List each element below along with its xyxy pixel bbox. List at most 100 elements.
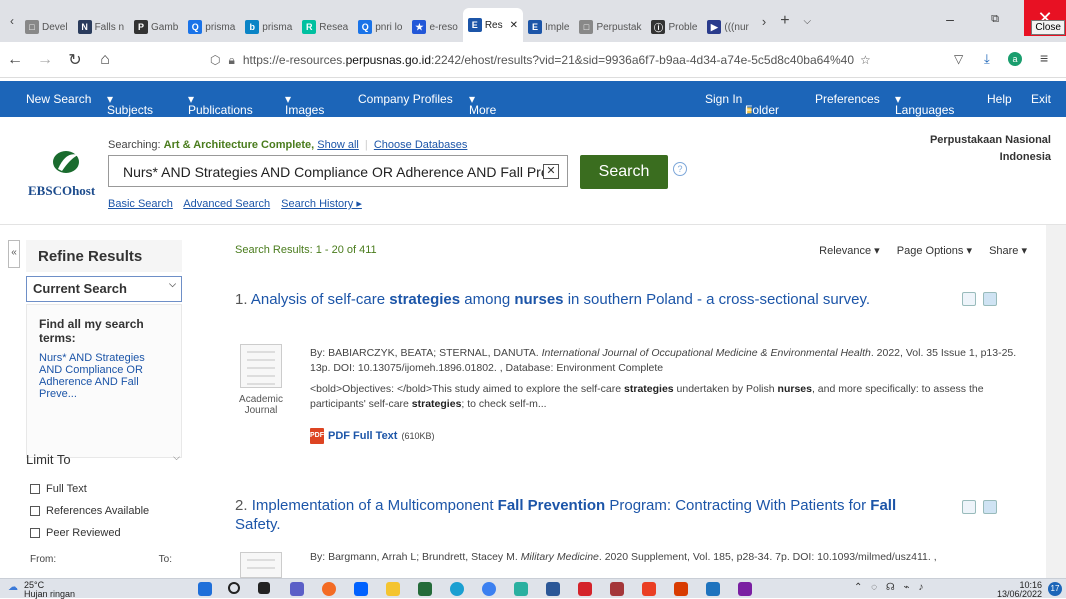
search-terms-link[interactable]: Nurs* AND Strategies AND Compliance OR A… <box>39 352 169 400</box>
notification-badge[interactable]: 17 <box>1048 582 1062 596</box>
result-title[interactable]: 1. Analysis of self-care strategies amon… <box>235 290 915 309</box>
browser-tab[interactable]: P Gamb <box>129 12 183 42</box>
add-to-folder-icon[interactable] <box>983 500 997 514</box>
preview-icon[interactable] <box>962 500 976 514</box>
subjects-menu[interactable]: Subjects ▾ <box>107 92 153 117</box>
browser-tab[interactable]: ⓘ Proble <box>646 12 702 42</box>
new-tab-button[interactable]: + <box>780 12 789 30</box>
vivaldi-icon[interactable] <box>738 582 752 596</box>
clear-search-icon[interactable]: ✕ <box>543 164 559 179</box>
menu-icon[interactable]: ≡ <box>1040 50 1048 66</box>
firefox-icon[interactable] <box>322 582 336 596</box>
search-button[interactable]: Search <box>580 155 668 189</box>
browser-tab[interactable]: ▶ (((nur <box>702 12 753 42</box>
advanced-search-link[interactable]: Advanced Search <box>183 198 270 210</box>
back-icon[interactable]: ← <box>0 51 30 69</box>
photos-icon[interactable] <box>706 582 720 596</box>
restore-button[interactable]: ⧉ <box>975 0 1015 38</box>
app-icon[interactable] <box>514 582 528 596</box>
full-text-checkbox[interactable]: Full Text <box>30 483 87 495</box>
browser-tab[interactable]: E Imple <box>523 12 574 42</box>
references-available-checkbox[interactable]: References Available <box>30 505 149 517</box>
page-scrollbar[interactable] <box>1046 225 1066 578</box>
result-title[interactable]: 2. Implementation of a Multicomponent Fa… <box>235 496 915 534</box>
office-icon[interactable] <box>642 582 656 596</box>
chat-icon[interactable] <box>290 582 304 596</box>
ebsco-logo[interactable]: EBSCOhost <box>28 137 104 207</box>
current-search-toggle[interactable]: Current Search ⌵ <box>26 276 182 302</box>
edge-icon[interactable] <box>450 582 464 596</box>
profile-icon[interactable]: a <box>1008 52 1022 66</box>
ebsco-icon: E <box>467 18 482 32</box>
browser-tab[interactable]: Qpnri lo <box>353 12 407 42</box>
pdf-full-text-link[interactable]: PDF PDF Full Text (610KB) <box>310 428 435 444</box>
home-icon[interactable]: ⌂ <box>90 51 120 69</box>
search-input[interactable]: Nurs* AND Strategies AND Compliance OR A… <box>108 155 568 187</box>
browser-tab[interactable]: N Falls n <box>73 12 129 42</box>
address-bar[interactable]: ⬡ 🔒︎ https://e-resources.perpusnas.go.id… <box>210 48 890 72</box>
limit-to-heading[interactable]: Limit To ⌵ <box>26 452 182 467</box>
app-icon[interactable] <box>674 582 688 596</box>
page-options-dropdown[interactable]: Page Options ▾ <box>897 245 972 257</box>
new-search-link[interactable]: New Search <box>26 92 91 106</box>
dropbox-icon[interactable] <box>354 582 368 596</box>
bookmark-star-icon[interactable]: ☆ <box>860 53 871 67</box>
tab-scroll-right-icon[interactable]: › <box>762 14 766 29</box>
relevance-dropdown[interactable]: Relevance ▾ <box>819 245 880 257</box>
basic-search-link[interactable]: Basic Search <box>108 198 173 210</box>
file-explorer-icon[interactable] <box>386 582 400 596</box>
checkbox-box[interactable] <box>30 506 40 516</box>
add-to-folder-icon[interactable] <box>983 292 997 306</box>
browser-tab[interactable]: □ Perpustak <box>574 12 646 42</box>
weather-widget[interactable]: ☁ 25°C Hujan ringan <box>8 581 75 599</box>
browser-tab[interactable]: b prisma <box>240 12 297 42</box>
access-icon[interactable] <box>610 582 624 596</box>
abstract-highlight: strategies <box>624 383 674 395</box>
tab-list-chevron-icon[interactable]: ⌵ <box>804 16 812 27</box>
calculator-icon[interactable] <box>418 582 432 596</box>
help-icon[interactable]: ? <box>673 162 687 176</box>
searching-line: Searching: Art & Architecture Complete, … <box>108 139 468 151</box>
n-logo-icon: N <box>77 20 92 34</box>
search-history-link[interactable]: Search History ▸ <box>281 198 362 210</box>
acrobat-icon[interactable] <box>578 582 592 596</box>
download-icon[interactable]: ⤓ <box>984 51 990 67</box>
collapse-sidebar-button[interactable]: « <box>8 240 20 268</box>
minimize-button[interactable]: – <box>930 0 970 38</box>
start-icon[interactable] <box>198 582 212 596</box>
exit-link[interactable]: Exit <box>1031 92 1051 106</box>
show-all-link[interactable]: Show all <box>317 139 359 151</box>
preferences-link[interactable]: Preferences <box>815 92 880 106</box>
word-icon[interactable] <box>546 582 560 596</box>
academic-journal-icon <box>240 344 282 388</box>
browser-tab[interactable]: ★ e-reso <box>407 12 462 42</box>
task-view-icon[interactable] <box>258 582 270 594</box>
checkbox-box[interactable] <box>30 528 40 538</box>
browser-tab[interactable]: □ Devel <box>20 12 73 42</box>
checkbox-box[interactable] <box>30 484 40 494</box>
close-tab-icon[interactable]: ✕ <box>510 20 518 31</box>
forward-icon[interactable]: → <box>30 51 60 69</box>
peer-reviewed-checkbox[interactable]: Peer Reviewed <box>30 527 121 539</box>
clock[interactable]: 10:16 13/06/2022 <box>997 581 1042 599</box>
sign-in-link[interactable]: Sign In <box>705 92 742 106</box>
choose-databases-link[interactable]: Choose Databases <box>374 139 468 151</box>
browser-tab[interactable]: E Res ✕ <box>462 8 523 42</box>
title-text: Analysis of self-care <box>250 291 390 308</box>
publications-menu[interactable]: Publications ▾ <box>188 92 253 117</box>
company-profiles-link[interactable]: Company Profiles <box>358 92 453 106</box>
help-link[interactable]: Help <box>987 92 1012 106</box>
images-menu[interactable]: Images ▾ <box>285 92 324 117</box>
pocket-icon[interactable]: ▽ <box>954 52 963 66</box>
system-tray-icons[interactable]: ⌃ ◌ ☊ ⌁ ♪ <box>854 582 926 593</box>
browser-tab[interactable]: Qprisma <box>183 12 240 42</box>
search-icon[interactable] <box>228 582 240 594</box>
share-dropdown[interactable]: Share ▾ <box>989 245 1027 257</box>
preview-icon[interactable] <box>962 292 976 306</box>
tab-scroll-left-icon[interactable]: ‹ <box>4 14 20 28</box>
chrome-icon[interactable] <box>482 582 496 596</box>
reload-icon[interactable]: ↻ <box>60 50 90 70</box>
languages-menu[interactable]: Languages ▾ <box>895 92 954 117</box>
browser-tab[interactable]: R Resea <box>297 12 353 42</box>
more-menu[interactable]: More ▾ <box>469 92 496 117</box>
